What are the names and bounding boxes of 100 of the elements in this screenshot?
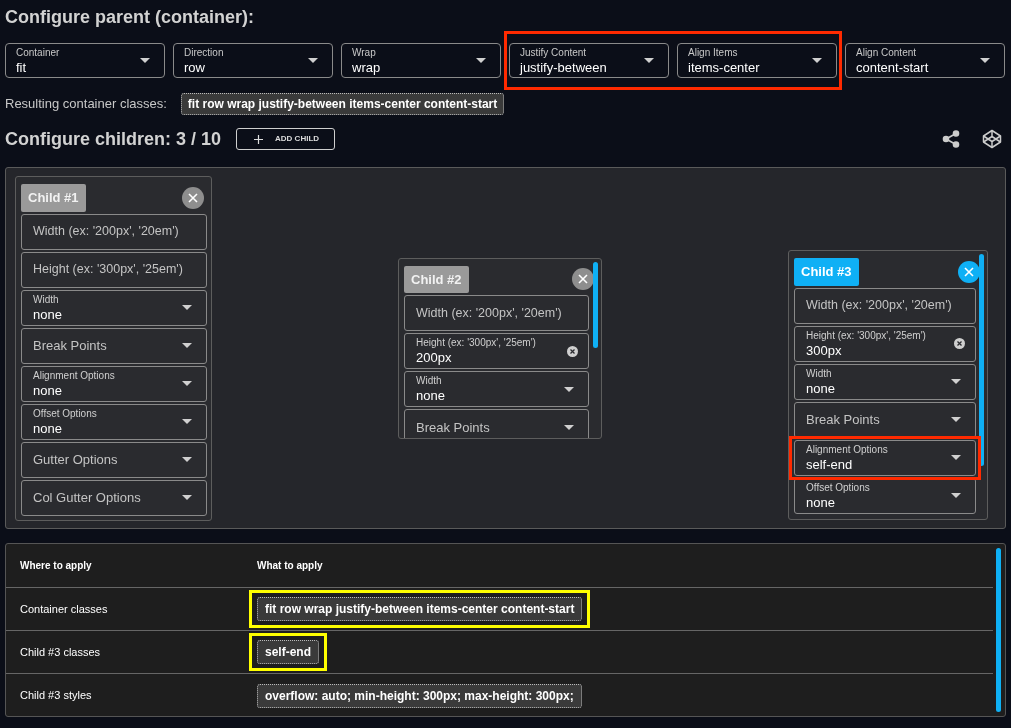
field-placeholder: Height (ex: '300px', '25em') <box>33 263 183 276</box>
clear-icon[interactable] <box>954 338 965 349</box>
field-label: Break Points <box>33 339 107 352</box>
select-field[interactable]: Break Points <box>21 327 207 364</box>
input-field[interactable]: Height (ex: '300px', '25em') 300px <box>794 325 976 362</box>
field-label: Alignment Options <box>806 444 888 455</box>
field-placeholder: Width (ex: '200px', '20em') <box>33 225 179 238</box>
field-label: Width <box>33 294 60 305</box>
scrollbar[interactable] <box>979 254 984 466</box>
column-header: Where to apply <box>19 559 93 573</box>
field-label: Break Points <box>416 420 490 434</box>
field-value: 200px <box>416 351 453 364</box>
select-field[interactable]: Offset Options none <box>21 403 207 440</box>
field-label: Break Points <box>806 413 880 426</box>
caret-icon <box>476 58 486 63</box>
field-value: wrap <box>352 60 381 74</box>
field-value: items-center <box>688 60 760 74</box>
select-field[interactable]: Col Gutter Options <box>21 479 207 516</box>
class-chip: overflow: auto; min-height: 300px; max-height: 300px; <box>257 683 582 708</box>
field-label: Width <box>416 376 443 386</box>
input-field[interactable]: Width (ex: '200px', '20em') <box>404 295 589 331</box>
select-field[interactable]: Justify Content justify-between <box>509 43 669 78</box>
scrollbar[interactable] <box>996 548 1001 712</box>
field-placeholder: Width (ex: '200px', '20em') <box>806 299 952 312</box>
add-child-button[interactable]: ADD CHILD <box>236 128 336 150</box>
field-value: self-end <box>806 457 854 471</box>
field-label: Height (ex: '300px', '25em') <box>806 330 926 341</box>
field-label: Align Content <box>856 47 918 58</box>
field-value: none <box>806 381 835 395</box>
caret-icon <box>951 379 961 384</box>
field-label: Gutter Options <box>33 453 118 466</box>
field-value: none <box>33 383 63 397</box>
close-icon[interactable] <box>182 186 204 209</box>
select-field[interactable]: Align Items items-center <box>677 43 837 78</box>
field-value: row <box>184 60 206 74</box>
class-chip: fit row wrap justify-between items-center content-start <box>180 93 505 115</box>
select-field[interactable]: Width none <box>404 371 589 407</box>
caret-icon <box>980 58 990 63</box>
clear-icon[interactable] <box>567 345 578 357</box>
select-field[interactable]: Gutter Options <box>21 441 207 478</box>
caret-icon <box>182 495 192 500</box>
column-header: What to apply <box>257 559 323 573</box>
field-label: Height (ex: '300px', '25em') <box>416 338 536 348</box>
caret-icon <box>140 58 150 63</box>
field-label: Wrap <box>352 47 377 58</box>
select-field[interactable]: Wrap wrap <box>341 43 501 78</box>
select-field[interactable]: Break Points <box>404 409 589 438</box>
field-label: Alignment Options <box>33 370 115 381</box>
field-value: none <box>416 389 445 402</box>
input-field[interactable]: Height (ex: '300px', '25em') <box>21 251 207 288</box>
input-field[interactable]: Height (ex: '300px', '25em') 200px <box>404 333 589 369</box>
field-label: Direction <box>184 47 224 58</box>
close-icon[interactable] <box>958 260 980 283</box>
result-label: Resulting container classes: <box>5 95 167 114</box>
plus-icon <box>254 134 264 144</box>
select-field[interactable]: Container fit <box>5 43 165 78</box>
share-icon[interactable] <box>942 130 960 148</box>
child-title: Child #3 <box>794 258 859 286</box>
table-cell-text: Child #3 styles <box>19 688 93 704</box>
field-value: none <box>33 307 62 321</box>
caret-icon <box>182 343 192 348</box>
field-label: Col Gutter Options <box>33 491 141 504</box>
caret-icon <box>182 305 192 310</box>
field-value: none <box>33 421 63 435</box>
cube-icon[interactable] <box>982 129 1002 149</box>
class-chip: self-end <box>257 640 319 664</box>
caret-icon <box>951 455 961 460</box>
caret-icon <box>182 381 192 386</box>
field-label: Width <box>806 368 833 379</box>
close-icon[interactable] <box>572 268 594 291</box>
field-value: content-start <box>856 60 929 74</box>
caret-icon <box>812 58 822 63</box>
class-chip: fit row wrap justify-between items-center content-start <box>257 597 583 621</box>
child-title: Child #1 <box>21 184 86 212</box>
input-field[interactable]: Width (ex: '200px', '20em') <box>794 287 976 324</box>
select-field[interactable]: Width none <box>794 363 976 400</box>
field-value: 300px <box>806 343 843 357</box>
caret-icon <box>951 417 961 422</box>
select-field[interactable]: Alignment Options self-end <box>794 439 976 476</box>
select-field[interactable]: Break Points <box>794 401 976 438</box>
section-title: Configure children: 3 / 10 <box>5 127 222 151</box>
input-field[interactable]: Width (ex: '200px', '20em') <box>21 213 207 250</box>
select-field[interactable]: Direction row <box>173 43 333 78</box>
caret-icon <box>182 419 192 424</box>
field-value: justify-between <box>520 60 607 74</box>
field-label: Offset Options <box>806 482 870 493</box>
section-title: Configure parent (container): <box>5 6 255 28</box>
field-label: Container <box>16 47 60 58</box>
field-placeholder: Width (ex: '200px', '20em') <box>416 306 562 320</box>
table-cell-text: Child #3 classes <box>19 644 102 660</box>
select-field[interactable]: Width none <box>21 289 207 326</box>
table-cell-text: Container classes <box>19 601 109 617</box>
field-label: Justify Content <box>520 47 588 58</box>
caret-icon <box>564 386 574 392</box>
caret-icon <box>564 424 574 430</box>
select-field[interactable]: Alignment Options none <box>21 365 207 402</box>
caret-icon <box>182 457 192 462</box>
field-label: Offset Options <box>33 408 97 419</box>
select-field[interactable]: Align Content content-start <box>845 43 1005 78</box>
scrollbar[interactable] <box>593 261 598 348</box>
